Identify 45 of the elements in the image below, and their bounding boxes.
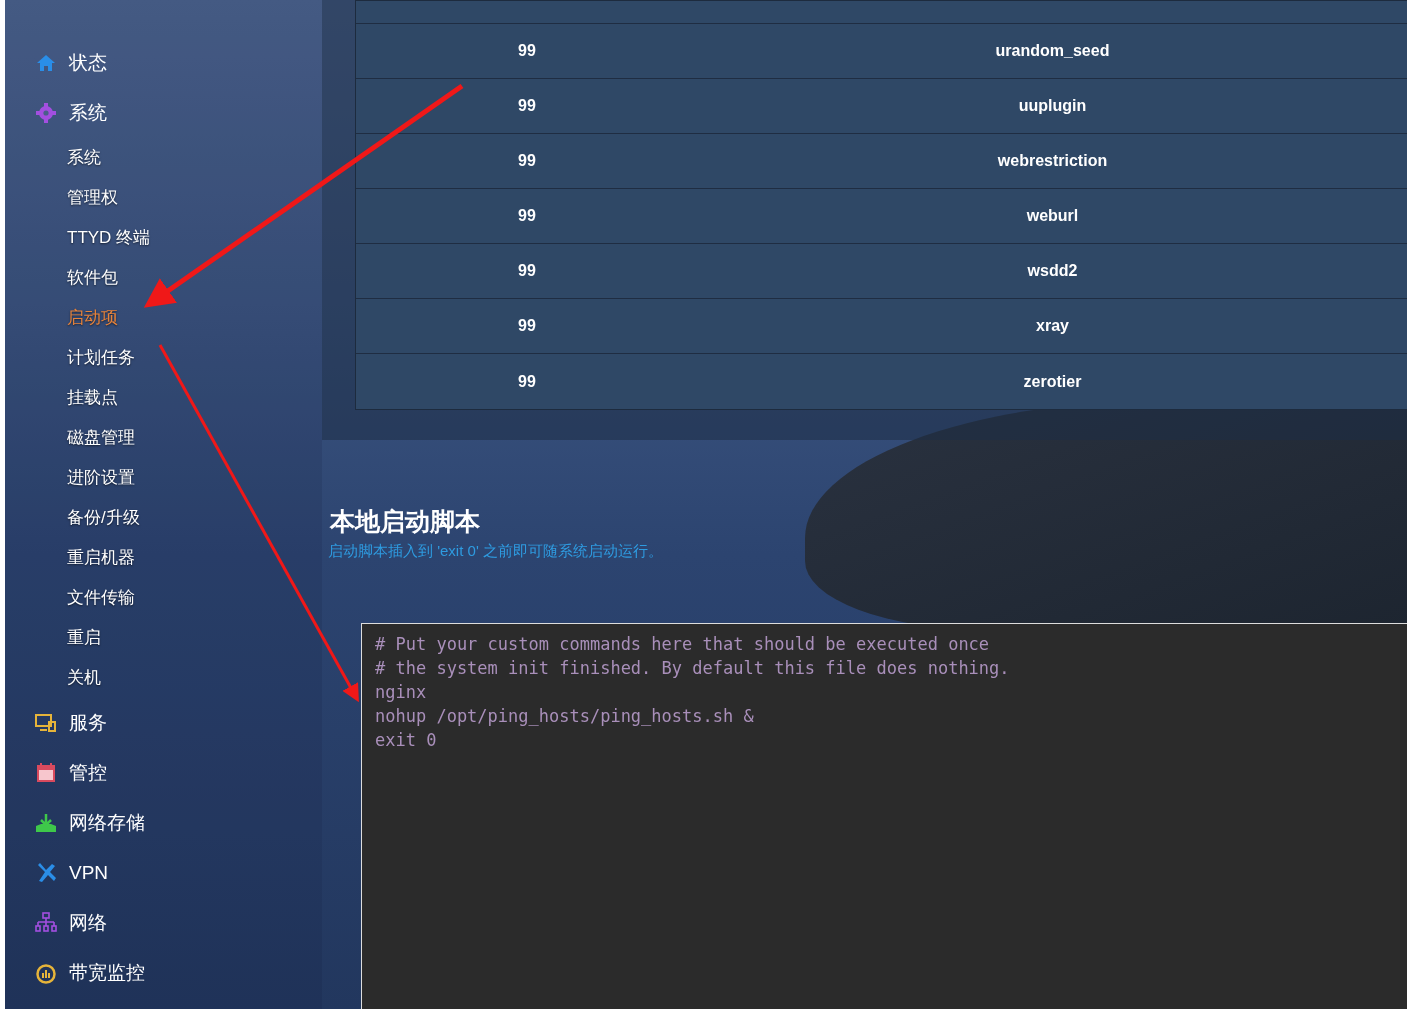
service-name-cell: uuplugin bbox=[1018, 97, 1087, 114]
priority-cell: 99 bbox=[518, 97, 536, 114]
priority-cell: 99 bbox=[518, 372, 536, 390]
sidebar-item[interactable]: 管控 bbox=[5, 748, 322, 798]
sidebar-subitem[interactable]: 关机 bbox=[5, 658, 322, 698]
section-title: 本地启动脚本 bbox=[330, 506, 481, 536]
monitor-icon bbox=[35, 712, 57, 734]
priority-cell: 99 bbox=[518, 207, 536, 224]
sidebar-item[interactable]: 带宽监控 bbox=[5, 948, 322, 998]
sidebar-item[interactable]: 服务 bbox=[5, 698, 322, 748]
service-name-cell: xray bbox=[1036, 317, 1069, 334]
service-name-cell: webrestriction bbox=[997, 152, 1108, 169]
section-description: 启动脚本插入到 'exit 0' 之前即可随系统启动运行。 bbox=[328, 541, 664, 561]
priority-cell: 99 bbox=[518, 317, 536, 334]
network-icon bbox=[35, 912, 57, 934]
sidebar-subitem[interactable]: 系统 bbox=[5, 138, 322, 178]
sidebar-subitem[interactable]: 计划任务 bbox=[5, 338, 322, 378]
sidebar-subitem[interactable]: 磁盘管理 bbox=[5, 418, 322, 458]
priority-cell: 99 bbox=[518, 152, 536, 169]
gear-icon bbox=[35, 102, 57, 124]
sidebar-subitem[interactable]: 管理权 bbox=[5, 178, 322, 218]
sidebar-item[interactable]: 状态 bbox=[5, 38, 322, 88]
gauge-icon bbox=[35, 962, 57, 984]
priority-cell: 99 bbox=[518, 42, 536, 59]
sidebar-item[interactable]: VPN bbox=[5, 848, 322, 898]
service-name-cell: zerotier bbox=[1023, 372, 1082, 390]
sidebar-item[interactable]: 网络存储 bbox=[5, 798, 322, 848]
sidebar-subitem[interactable]: 软件包 bbox=[5, 258, 322, 298]
service-name-cell: wsdd2 bbox=[1027, 262, 1078, 279]
service-name-cell: urandom_seed bbox=[995, 42, 1110, 59]
download-icon bbox=[35, 812, 57, 834]
sidebar-item[interactable]: 网络 bbox=[5, 898, 322, 948]
sidebar-subitem[interactable]: 重启 bbox=[5, 618, 322, 658]
sidebar-subitem[interactable]: 进阶设置 bbox=[5, 458, 322, 498]
code-editor[interactable]: # Put your custom commands here that should be executed once # the system init finished. By default this file does nothing. nginx nohup /opt/ping_hosts/ping_hosts.sh & exit 0 bbox=[361, 622, 1407, 1009]
sidebar-subitem[interactable]: 文件传输 bbox=[5, 578, 322, 618]
sidebar-subitem[interactable]: 重启机器 bbox=[5, 538, 322, 578]
home-icon bbox=[35, 52, 57, 74]
sidebar-subitem[interactable]: TTYD 终端 bbox=[5, 218, 322, 258]
sidebar-item[interactable]: 系统 bbox=[5, 88, 322, 138]
service-name-cell: weburl bbox=[1026, 207, 1079, 224]
sidebar-subitem[interactable]: 挂载点 bbox=[5, 378, 322, 418]
calendar-icon bbox=[35, 762, 57, 784]
sidebar-subitem[interactable]: 备份/升级 bbox=[5, 498, 322, 538]
priority-cell: 99 bbox=[518, 262, 536, 279]
